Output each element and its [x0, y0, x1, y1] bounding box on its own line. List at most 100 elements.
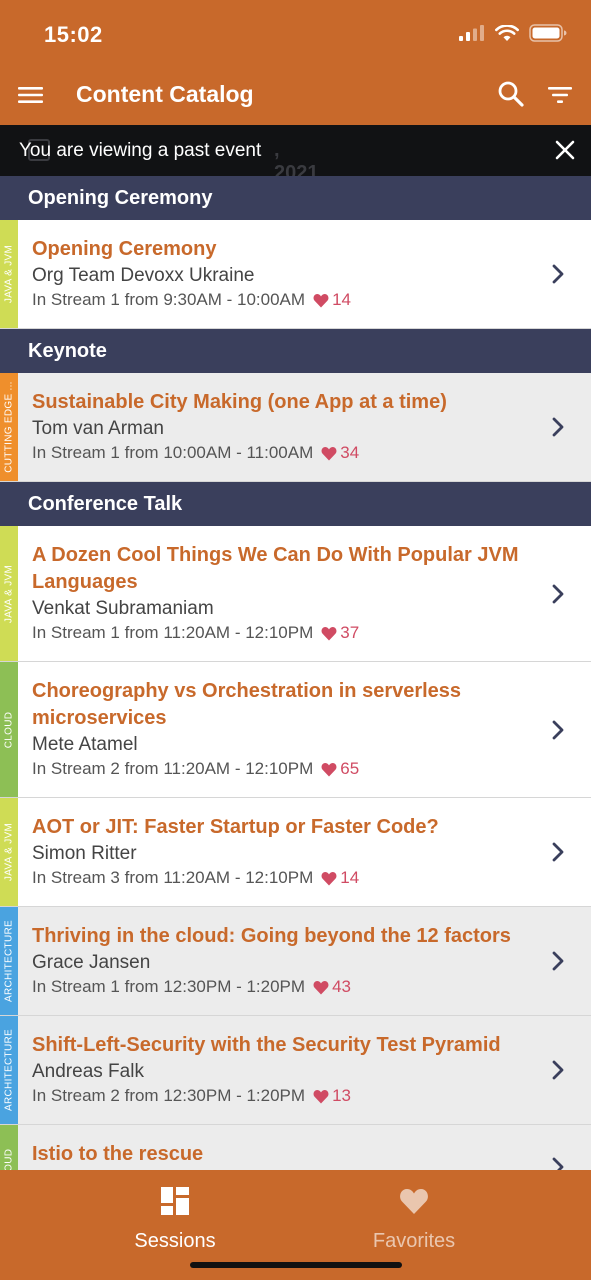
heart-icon [313, 1089, 329, 1103]
track-label: CUTTING EDGE ... [3, 381, 15, 473]
track-label: JAVA & JVM [3, 244, 15, 304]
chevron-right-icon [552, 842, 564, 862]
chevron-right-icon [552, 1157, 564, 1170]
chevron-right-icon [552, 584, 564, 603]
track-label: ARCHITECTURE [3, 920, 15, 1002]
like-count: 34 [340, 443, 360, 462]
like-count: 13 [332, 1086, 351, 1105]
session-speaker: Andreas Falk [32, 1061, 144, 1082]
session-item[interactable]: JAVA & JVM A Dozen Cool Things We Can Do… [0, 526, 591, 662]
session-item[interactable]: JAVA & JVM Opening Ceremony Org Team Dev… [0, 220, 591, 329]
chevron-right-icon [552, 264, 564, 284]
battery-icon [529, 24, 567, 42]
session-meta: In Stream 1 from 10:00AM - 11:00AM 34 [32, 441, 521, 465]
track-label: CLOUD [3, 1148, 15, 1170]
like-count: 65 [340, 759, 360, 778]
like-count: 14 [332, 290, 351, 309]
session-schedule: In Stream 2 from 11:20AM - 12:10PM [32, 759, 314, 778]
session-content: Choreography vs Orchestration in serverl… [0, 662, 591, 797]
track-tag: JAVA & JVM [0, 220, 18, 328]
session-meta: In Stream 1 from 11:20AM - 12:10PM 37 [32, 621, 521, 645]
section-header: Opening Ceremony [0, 176, 591, 220]
banner-message: You are viewing a past event [19, 140, 262, 161]
session-meta: In Stream 2 from 11:20AM - 12:10PM 65 [32, 757, 521, 781]
tab-sessions[interactable]: Sessions [85, 1186, 265, 1253]
session-speaker: Venkat Subramaniam [32, 598, 214, 619]
track-tag: CUTTING EDGE ... [0, 373, 18, 481]
session-item[interactable]: CLOUD Choreography vs Orchestration in s… [0, 662, 591, 798]
session-schedule: In Stream 3 from 11:20AM - 12:10PM [32, 868, 314, 887]
session-title: Choreography vs Orchestration in serverl… [32, 680, 462, 729]
heart-icon [321, 446, 337, 460]
chevron-right-icon [552, 951, 564, 971]
status-icons [459, 24, 567, 42]
session-content: Thriving in the cloud: Going beyond the … [0, 907, 591, 1015]
like-count: 43 [332, 977, 351, 996]
session-title: Istio to the rescue [32, 1143, 204, 1165]
track-tag: JAVA & JVM [0, 798, 18, 906]
session-item[interactable]: CUTTING EDGE ... Sustainable City Making… [0, 373, 591, 482]
close-icon[interactable] [553, 138, 577, 162]
session-item[interactable]: CLOUD Istio to the rescue Ricardo Castro [0, 1125, 591, 1170]
session-schedule: In Stream 1 from 11:20AM - 12:10PM [32, 623, 314, 642]
session-item[interactable]: ARCHITECTURE Thriving in the cloud: Goin… [0, 907, 591, 1016]
track-tag: ARCHITECTURE [0, 1016, 18, 1124]
track-tag: ARCHITECTURE [0, 907, 18, 1015]
heart-icon [313, 293, 329, 307]
wifi-icon [495, 24, 519, 41]
chevron-right-icon [552, 417, 564, 437]
session-list[interactable]: Opening Ceremony JAVA & JVM Opening Cere… [0, 176, 591, 1170]
session-item[interactable]: JAVA & JVM AOT or JIT: Faster Startup or… [0, 798, 591, 907]
section-header: Keynote [0, 329, 591, 373]
track-tag: CLOUD [0, 1125, 18, 1170]
app-bar: Content Catalog [0, 68, 591, 125]
status-time: 15:02 [44, 22, 103, 47]
tab-favorites-label: Favorites [372, 1230, 456, 1252]
session-content: Istio to the rescue Ricardo Castro [0, 1125, 591, 1170]
home-indicator [190, 1262, 402, 1268]
session-content: Shift-Left-Security with the Security Te… [0, 1016, 591, 1124]
chevron-right-icon [552, 1060, 564, 1080]
session-meta: In Stream 3 from 11:20AM - 12:10PM 14 [32, 866, 521, 890]
session-speaker: Tom van Arman [32, 418, 164, 439]
session-content: Opening Ceremony Org Team Devoxx Ukraine… [0, 220, 591, 328]
heart-icon [321, 626, 337, 640]
session-speaker: Mete Atamel [32, 734, 138, 755]
session-schedule: In Stream 1 from 12:30PM - 1:20PM [32, 977, 306, 996]
session-schedule: In Stream 1 from 10:00AM - 11:00AM [32, 443, 314, 462]
session-title: Opening Ceremony [32, 238, 217, 260]
chevron-right-icon [552, 720, 564, 739]
search-icon[interactable] [497, 80, 525, 108]
heart-icon [321, 871, 337, 885]
filter-icon[interactable] [547, 82, 573, 108]
track-tag: CLOUD [0, 662, 18, 797]
track-label: JAVA & JVM [3, 564, 15, 623]
heart-icon [321, 762, 337, 776]
track-label: JAVA & JVM [3, 822, 15, 882]
session-content: Sustainable City Making (one App at a ti… [0, 373, 591, 481]
status-bar: 15:02 [0, 0, 591, 68]
session-item[interactable]: ARCHITECTURE Shift-Left-Security with th… [0, 1016, 591, 1125]
session-content: A Dozen Cool Things We Can Do With Popul… [0, 526, 591, 661]
heart-icon [313, 980, 329, 994]
signal-icon [459, 25, 484, 41]
like-count: 37 [340, 623, 360, 642]
session-title: Sustainable City Making (one App at a ti… [32, 391, 447, 413]
session-schedule: In Stream 2 from 12:30PM - 1:20PM [32, 1086, 306, 1105]
track-label: CLOUD [3, 711, 15, 748]
menu-icon[interactable] [18, 82, 44, 108]
tab-favorites[interactable]: Favorites [324, 1186, 504, 1253]
session-speaker: Grace Jansen [32, 952, 151, 973]
grid-icon [161, 1187, 189, 1215]
session-title: A Dozen Cool Things We Can Do With Popul… [32, 544, 519, 593]
tab-sessions-label: Sessions [134, 1230, 216, 1252]
track-tag: JAVA & JVM [0, 526, 18, 661]
session-meta: In Stream 1 from 9:30AM - 10:00AM 14 [32, 288, 521, 312]
heart-icon [400, 1189, 428, 1214]
session-speaker: Simon Ritter [32, 843, 137, 864]
session-schedule: In Stream 1 from 9:30AM - 10:00AM [32, 290, 306, 309]
session-title: AOT or JIT: Faster Startup or Faster Cod… [32, 816, 439, 838]
past-event-banner: , 2021 You are viewing a past event [0, 125, 591, 184]
page-title: Content Catalog [76, 81, 254, 107]
session-meta: In Stream 2 from 12:30PM - 1:20PM 13 [32, 1084, 521, 1108]
